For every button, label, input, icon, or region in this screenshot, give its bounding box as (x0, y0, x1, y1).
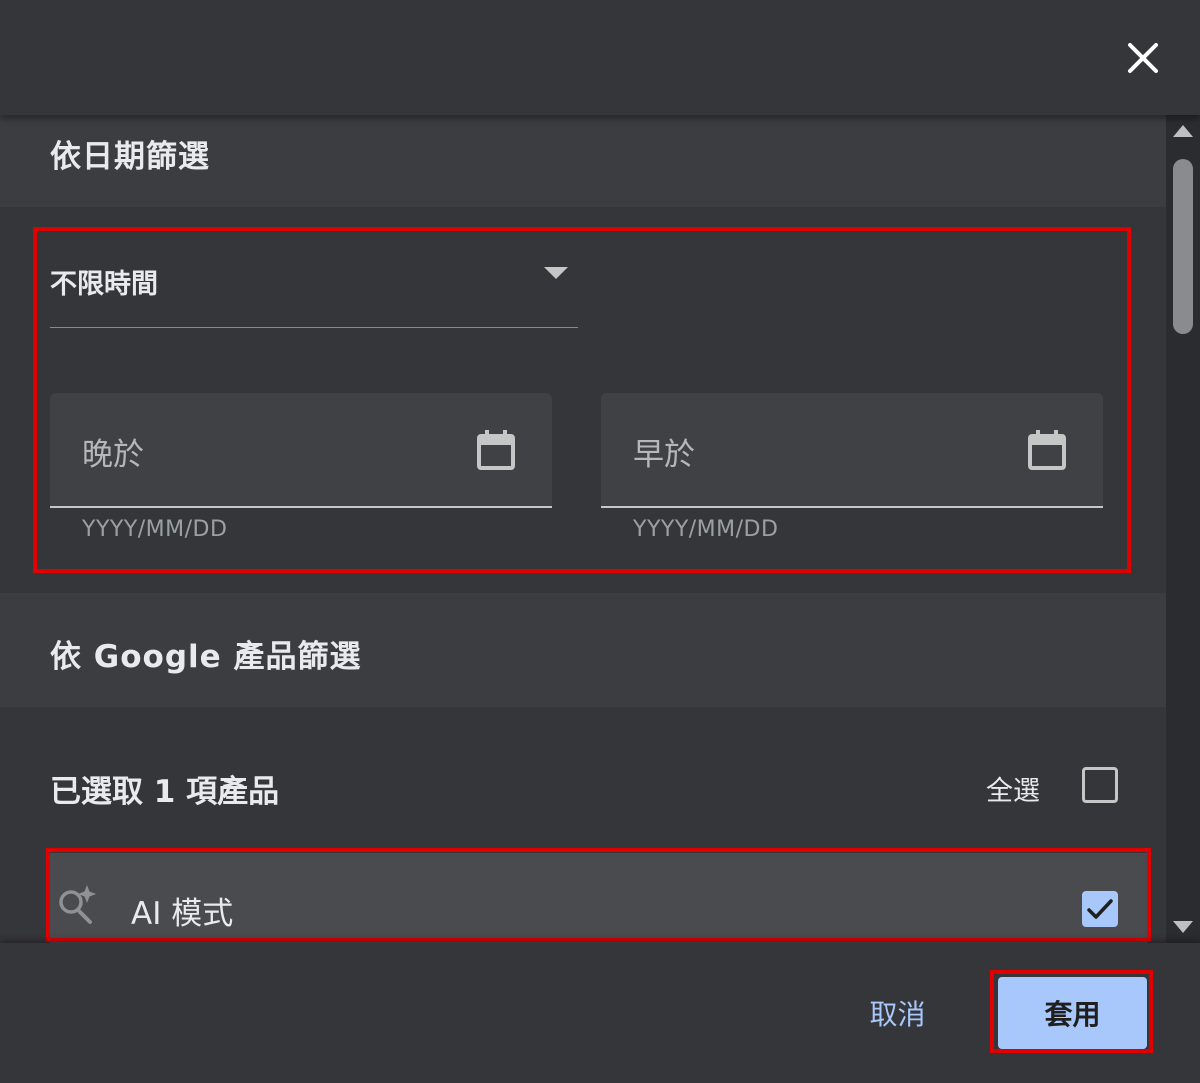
cancel-button[interactable]: 取消 (845, 983, 950, 1043)
date-filter-header: 依日期篩選 (0, 115, 1166, 207)
before-date-placeholder: 早於 (633, 437, 695, 473)
after-date-placeholder: 晚於 (82, 437, 144, 473)
scroll-up-arrow-icon[interactable] (1173, 125, 1193, 137)
after-date-field[interactable]: 晚於 (50, 393, 552, 508)
product-checkbox-checked[interactable] (1082, 891, 1118, 927)
select-all-checkbox[interactable] (1082, 767, 1118, 803)
calendar-icon[interactable] (1027, 429, 1067, 471)
ai-search-sparkle-icon (59, 885, 96, 924)
close-button[interactable] (1118, 33, 1168, 83)
dialog-content[interactable]: 依日期篩選 不限時間 晚於 YYYY/MM/DD 早於 YYYY/MM/DD 依… (0, 115, 1166, 943)
dialog-footer: 取消 套用 (0, 943, 1200, 1083)
before-date-field[interactable]: 早於 (601, 393, 1103, 508)
select-all-label[interactable]: 全選 (986, 769, 1040, 808)
date-range-value: 不限時間 (50, 269, 158, 300)
dropdown-arrow-icon (544, 267, 568, 279)
product-filter-title: 依 Google 產品篩選 (50, 639, 362, 675)
scroll-down-arrow-icon[interactable] (1173, 921, 1193, 933)
filter-dialog: 依日期篩選 不限時間 晚於 YYYY/MM/DD 早於 YYYY/MM/DD 依… (0, 0, 1200, 1083)
scrollbar[interactable] (1166, 115, 1200, 943)
dialog-header (0, 0, 1200, 115)
selected-count-label: 已選取 1 項產品 (50, 774, 280, 810)
product-item-ai-mode[interactable]: AI 模式 (50, 853, 1147, 943)
date-range-select[interactable]: 不限時間 (50, 250, 578, 328)
apply-button[interactable]: 套用 (998, 977, 1147, 1049)
scroll-thumb[interactable] (1173, 159, 1193, 334)
calendar-icon[interactable] (476, 429, 516, 471)
product-filter-header: 依 Google 產品篩選 (0, 593, 1166, 707)
after-date-hint: YYYY/MM/DD (82, 517, 228, 542)
before-date-hint: YYYY/MM/DD (633, 517, 779, 542)
close-icon (1128, 43, 1158, 73)
product-label: AI 模式 (131, 896, 234, 932)
checkmark-icon (1087, 899, 1113, 919)
date-filter-title: 依日期篩選 (50, 139, 210, 175)
